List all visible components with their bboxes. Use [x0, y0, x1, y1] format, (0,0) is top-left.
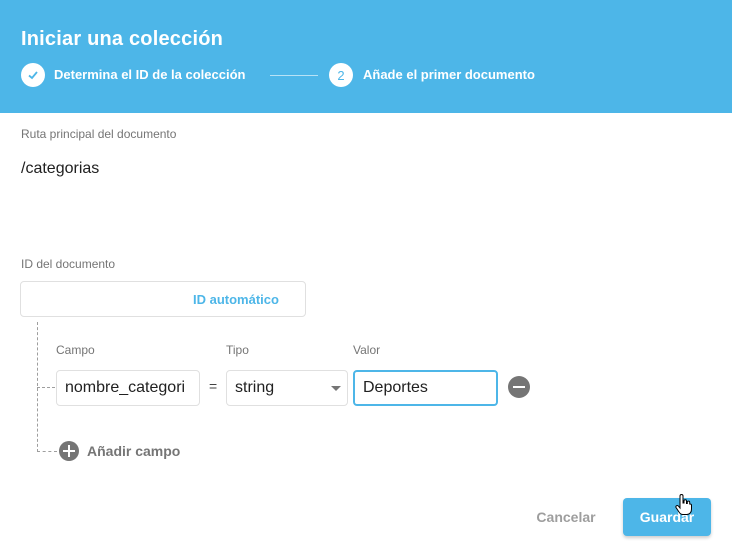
tree-branch	[37, 451, 57, 452]
parent-path-label: Ruta principal del documento	[21, 127, 177, 141]
field-name-input[interactable]: nombre_categori	[56, 370, 200, 406]
tree-branch	[37, 387, 55, 388]
auto-id-button[interactable]: ID automático	[193, 292, 279, 307]
equals-sign: =	[209, 378, 218, 394]
cancel-button[interactable]: Cancelar	[523, 499, 609, 535]
parent-path-value: /categorias	[21, 160, 100, 177]
dialog-title: Iniciar una colección	[21, 28, 224, 50]
type-select-value: string	[235, 379, 275, 396]
step-2-number: 2	[329, 63, 353, 87]
save-button[interactable]: Guardar	[623, 498, 711, 536]
add-field-button[interactable]: Añadir campo	[87, 443, 180, 459]
remove-field-icon[interactable]	[508, 376, 530, 398]
step-2-label: Añade el primer documento	[363, 67, 535, 82]
document-id-label: ID del documento	[21, 257, 116, 271]
step-connector	[270, 75, 318, 76]
step-1-label: Determina el ID de la colección	[54, 67, 246, 82]
field-value-input[interactable]: Deportes	[353, 370, 498, 406]
field-column-header: Campo	[56, 343, 95, 357]
type-column-header: Tipo	[226, 343, 249, 357]
dialog-header: Iniciar una colección Determina el ID de…	[0, 0, 732, 113]
hand-cursor-icon	[675, 494, 692, 515]
type-select[interactable]: string	[226, 370, 348, 406]
value-column-header: Valor	[353, 343, 381, 357]
step-1-check-icon	[21, 63, 45, 87]
add-field-icon[interactable]	[59, 441, 79, 461]
chevron-down-icon	[331, 386, 341, 391]
